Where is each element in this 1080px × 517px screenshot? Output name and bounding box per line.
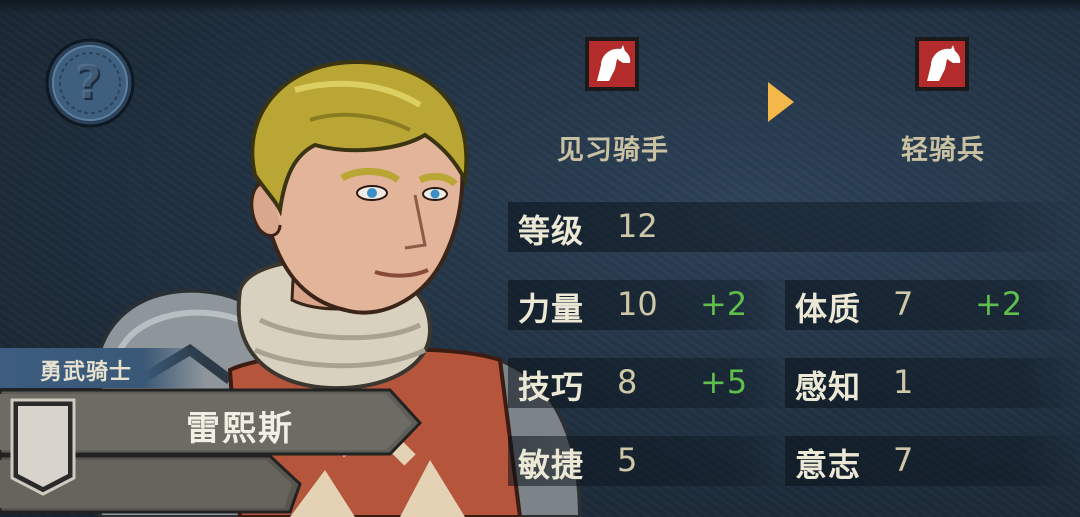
stat-value-perception: 1	[893, 363, 914, 401]
stat-value-agility: 5	[617, 441, 638, 479]
stat-value-skill: 8	[617, 363, 638, 401]
current-class-label: 见习骑手	[557, 135, 669, 166]
stat-value-constitution: 7	[893, 285, 914, 323]
stat-bonus-skill: +5	[700, 363, 748, 401]
stat-label-strength: 力量	[518, 290, 585, 328]
stat-label-constitution: 体质	[795, 290, 862, 328]
stat-bonus-constitution: +2	[975, 285, 1023, 323]
stat-row-level	[508, 202, 1080, 252]
horse-head-icon[interactable]	[583, 35, 641, 93]
stat-value-will: 7	[893, 441, 914, 479]
empty-banner-slot-icon[interactable]	[8, 396, 78, 498]
next-class-label: 轻骑兵	[901, 135, 985, 166]
stat-value-level: 12	[617, 207, 658, 245]
stat-label-skill: 技巧	[518, 368, 585, 406]
arrow-right-icon	[768, 82, 794, 122]
top-edge-shadow	[0, 0, 1080, 14]
stat-label-will: 意志	[795, 446, 862, 484]
horse-head-icon[interactable]	[913, 35, 971, 93]
stat-bonus-strength: +2	[700, 285, 748, 323]
stat-value-strength: 10	[617, 285, 658, 323]
stat-label-perception: 感知	[795, 368, 862, 406]
hero-title: 勇武骑士	[40, 360, 133, 385]
character-screen: ? ? 见习骑手 轻骑兵 等级 12 力量 10 +2 体质 7 +2 技巧 8…	[0, 0, 1080, 517]
hero-name: 雷熙斯	[186, 409, 294, 449]
stat-label-level: 等级	[518, 212, 585, 250]
stat-label-agility: 敏捷	[518, 446, 585, 484]
